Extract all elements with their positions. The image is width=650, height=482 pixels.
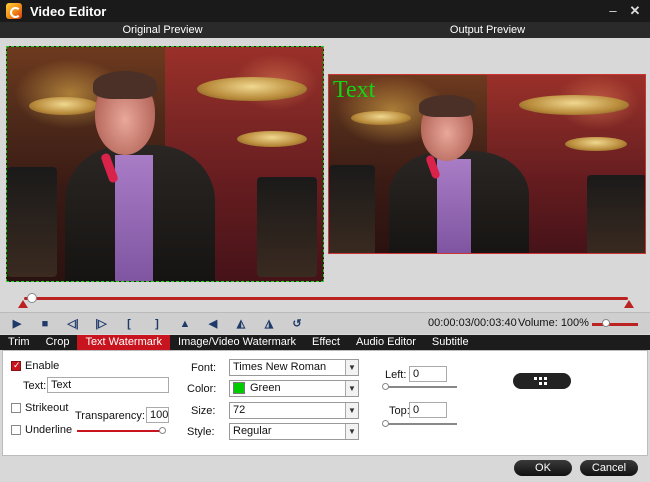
tab-audio-editor[interactable]: Audio Editor bbox=[348, 335, 424, 350]
volume-slider-track[interactable] bbox=[592, 323, 638, 326]
drum bbox=[257, 177, 317, 277]
enable-checkbox[interactable] bbox=[11, 360, 21, 371]
play-icon[interactable]: ▶ bbox=[6, 316, 28, 332]
output-preview-video[interactable]: Text bbox=[328, 74, 646, 254]
original-preview-label: Original Preview bbox=[122, 24, 203, 36]
chevron-down-icon: ▼ bbox=[345, 360, 358, 375]
top-label: Top: bbox=[389, 405, 410, 417]
color-swatch bbox=[233, 382, 245, 395]
minimize-icon[interactable]: – bbox=[604, 3, 622, 19]
undo-icon[interactable]: ↺ bbox=[286, 316, 308, 332]
left-input[interactable]: 0 bbox=[409, 366, 447, 382]
next-frame-icon[interactable]: |▷ bbox=[90, 316, 112, 332]
rotate-left-icon[interactable]: ◀ bbox=[202, 316, 224, 332]
timeline-slider[interactable] bbox=[24, 293, 628, 304]
tab-trim[interactable]: Trim bbox=[0, 335, 38, 350]
cymbal bbox=[237, 131, 307, 147]
flip-vertical-icon[interactable]: ◮ bbox=[258, 316, 280, 332]
top-slider-thumb[interactable] bbox=[382, 420, 389, 427]
tab-image-video-watermark[interactable]: Image/Video Watermark bbox=[170, 335, 304, 350]
timeline-track[interactable] bbox=[24, 297, 628, 300]
tab-subtitle[interactable]: Subtitle bbox=[424, 335, 477, 350]
flip-horizontal-icon[interactable]: ◭ bbox=[230, 316, 252, 332]
color-select[interactable]: Green ▼ bbox=[229, 380, 359, 397]
playback-controls: ▶ ■ ◁| |▷ [ ] ▲ ◀ ◭ ◮ ↺ 00:00:03/00:03:4… bbox=[0, 312, 650, 334]
drum bbox=[7, 167, 57, 277]
size-label: Size: bbox=[191, 405, 216, 417]
flip-icon[interactable]: ▲ bbox=[174, 316, 196, 332]
left-label: Left: bbox=[385, 369, 407, 381]
tab-effect[interactable]: Effect bbox=[304, 335, 348, 350]
tab-crop[interactable]: Crop bbox=[38, 335, 78, 350]
preview-area: Text bbox=[0, 38, 650, 292]
cancel-button[interactable]: Cancel bbox=[580, 460, 638, 476]
volume-slider-thumb[interactable] bbox=[602, 319, 610, 327]
output-preview-label: Output Preview bbox=[449, 24, 526, 36]
color-value: Green bbox=[250, 382, 281, 394]
font-select[interactable]: Times New Roman ▼ bbox=[229, 359, 359, 376]
volume-label: Volume: 100% bbox=[518, 317, 589, 329]
position-grid-button[interactable] bbox=[513, 373, 571, 389]
top-slider-track[interactable] bbox=[384, 423, 457, 425]
window-title: Video Editor bbox=[30, 3, 107, 19]
mark-out-icon[interactable]: ] bbox=[146, 316, 168, 332]
original-preview-video[interactable] bbox=[6, 46, 324, 282]
watermark-text-overlay[interactable]: Text bbox=[333, 77, 375, 104]
trim-end-marker[interactable] bbox=[624, 300, 634, 308]
volume-label-text: Volume: bbox=[518, 317, 558, 329]
prev-frame-icon[interactable]: ◁| bbox=[62, 316, 84, 332]
editor-tabs: Trim Crop Text Watermark Image/Video Wat… bbox=[0, 335, 650, 350]
chevron-down-icon: ▼ bbox=[345, 403, 358, 418]
style-value: Regular bbox=[233, 425, 272, 437]
transparency-slider-thumb[interactable] bbox=[159, 427, 166, 434]
text-watermark-panel: Enable Text: Text Strikeout Transparency… bbox=[2, 350, 648, 456]
text-label: Text: bbox=[23, 380, 47, 392]
time-display: 00:00:03/00:03:40 bbox=[428, 317, 517, 329]
size-value: 72 bbox=[233, 404, 246, 416]
underline-checkbox[interactable] bbox=[11, 425, 21, 435]
chevron-down-icon: ▼ bbox=[345, 424, 358, 439]
app-logo-icon bbox=[6, 3, 22, 19]
close-icon[interactable]: ✕ bbox=[626, 3, 644, 19]
transparency-label: Transparency: bbox=[75, 410, 145, 422]
trim-start-marker[interactable] bbox=[18, 300, 28, 308]
cymbal bbox=[29, 97, 99, 115]
underline-label: Underline bbox=[25, 424, 73, 436]
strikeout-checkbox[interactable] bbox=[11, 403, 21, 413]
left-slider-thumb[interactable] bbox=[382, 383, 389, 390]
color-label: Color: bbox=[187, 383, 217, 395]
volume-value: 100% bbox=[560, 317, 589, 329]
left-slider-track[interactable] bbox=[384, 386, 457, 388]
enable-label: Enable bbox=[25, 360, 60, 372]
size-select[interactable]: 72 ▼ bbox=[229, 402, 359, 419]
chevron-down-icon: ▼ bbox=[345, 381, 358, 396]
title-bar: Video Editor – ✕ bbox=[0, 0, 650, 22]
transparency-input[interactable]: 100 bbox=[146, 407, 169, 423]
preview-header: Original Preview Output Preview bbox=[0, 22, 650, 38]
ok-button[interactable]: OK bbox=[514, 460, 572, 476]
font-value: Times New Roman bbox=[233, 361, 327, 373]
stop-icon[interactable]: ■ bbox=[34, 316, 56, 332]
transparency-slider-track[interactable] bbox=[77, 430, 165, 432]
timeline-thumb[interactable] bbox=[27, 293, 37, 303]
cymbal bbox=[197, 77, 307, 101]
top-input[interactable]: 0 bbox=[409, 402, 447, 418]
mark-in-icon[interactable]: [ bbox=[118, 316, 140, 332]
font-label: Font: bbox=[191, 362, 217, 374]
style-select[interactable]: Regular ▼ bbox=[229, 423, 359, 440]
strikeout-label: Strikeout bbox=[25, 402, 69, 414]
grid-icon bbox=[534, 377, 550, 385]
text-input[interactable]: Text bbox=[47, 377, 169, 393]
style-label: Style: bbox=[187, 426, 215, 438]
tab-text-watermark[interactable]: Text Watermark bbox=[77, 335, 171, 350]
